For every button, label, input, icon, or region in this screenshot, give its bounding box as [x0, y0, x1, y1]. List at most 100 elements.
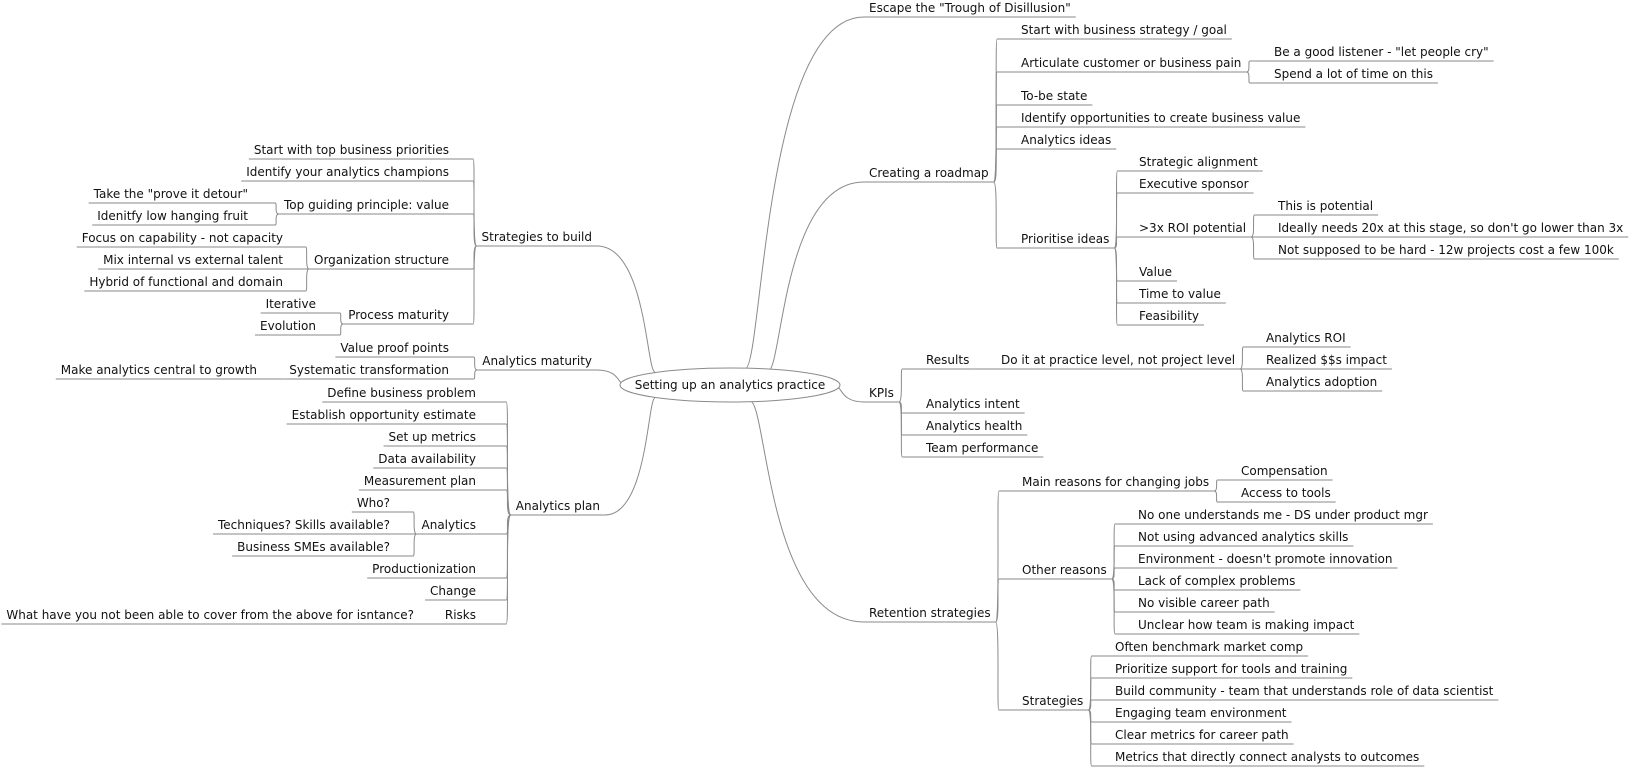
root-node[interactable]: Setting up an analytics practice [619, 367, 841, 403]
branch-connector [481, 445, 512, 516]
mindmap-node[interactable]: No visible career path [1133, 596, 1275, 613]
node-label: Spend a lot of time on this [1274, 67, 1433, 81]
mindmap-node[interactable]: Environment - doesn't promote innovation [1133, 552, 1398, 569]
node-label: Realized $$s impact [1266, 353, 1387, 367]
node-label: Take the "prove it detour" [93, 187, 248, 201]
mindmap-node[interactable]: Analytics intent [921, 397, 1025, 414]
mindmap-node[interactable]: Metrics that directly connect analysts t… [1110, 750, 1425, 767]
mindmap-node[interactable]: Strategies [1017, 694, 1089, 711]
node-label: Feasibility [1139, 309, 1199, 323]
mindmap-node[interactable]: Prioritize support for tools and trainin… [1110, 662, 1353, 679]
mindmap-node[interactable]: Analytics adoption [1261, 375, 1383, 392]
mindmap-node[interactable]: Define business problem [322, 386, 481, 403]
node-label: Unclear how team is making impact [1138, 618, 1355, 632]
node-label: Analytics ideas [1021, 133, 1111, 147]
branch-connector [395, 533, 417, 557]
mindmap-node[interactable]: Strategic alignment [1134, 155, 1263, 172]
mindmap-node[interactable]: Realized $$s impact [1261, 353, 1392, 370]
branch-connector [993, 104, 1016, 183]
mindmap-node[interactable]: Analytics [416, 518, 482, 535]
branch-connector [596, 245, 656, 373]
mindmap-node[interactable]: Start with business strategy / goal [1016, 23, 1232, 40]
mindmap-node[interactable]: Do it at practice level, not project lev… [996, 353, 1241, 370]
mindmap-node[interactable]: Systematic transformation [284, 363, 454, 380]
mindmap-node[interactable]: Main reasons for changing jobs [1017, 475, 1215, 492]
branch-connector [481, 514, 511, 535]
mindmap-node[interactable]: What have you not been able to cover fro… [1, 608, 419, 625]
mindmap-node[interactable]: Engaging team environment [1110, 706, 1292, 723]
mindmap-node[interactable]: Prioritise ideas [1016, 232, 1115, 249]
node-label: Environment - doesn't promote innovation [1138, 552, 1393, 566]
branch-connector [481, 514, 512, 579]
node-label: Set up metrics [389, 430, 476, 444]
node-label: Data availability [378, 452, 476, 466]
mindmap-node[interactable]: Business SMEs available? [232, 540, 395, 557]
mindmap-node[interactable]: Unclear how team is making impact [1133, 618, 1360, 635]
mindmap-node[interactable]: Analytics health [921, 419, 1028, 436]
mindmap-node[interactable]: Hybrid of functional and domain [84, 275, 288, 292]
mindmap-node[interactable]: Ideally needs 20x at this stage, so don'… [1273, 221, 1629, 238]
mindmap-node[interactable]: Executive sponsor [1134, 177, 1254, 194]
mindmap-node[interactable]: To-be state [1016, 89, 1093, 106]
mindmap-node[interactable]: Techniques? Skills available? [212, 518, 395, 535]
mindmap-node[interactable]: Compensation [1236, 464, 1333, 481]
mindmap-node[interactable]: Access to tools [1236, 486, 1336, 503]
mindmap-node[interactable]: Organization structure [309, 253, 454, 270]
mindmap-node[interactable]: Articulate customer or business pain [1016, 56, 1247, 73]
mindmap-node[interactable]: KPIs [864, 386, 899, 403]
mindmap-node[interactable]: Be a good listener - "let people cry" [1269, 45, 1494, 62]
mindmap-node[interactable]: Analytics maturity [477, 354, 597, 371]
mindmap-node[interactable]: No one understands me - DS under product… [1133, 508, 1433, 525]
mindmap-node[interactable]: Strategies to build [476, 230, 597, 247]
mindmap-node[interactable]: Start with top business priorities [248, 143, 454, 160]
node-label: Idenitfy low hanging fruit [97, 209, 248, 223]
mindmap-node[interactable]: Value [1134, 265, 1177, 282]
mindmap-node[interactable]: Change [425, 584, 481, 601]
mindmap-node[interactable]: Often benchmark market comp [1110, 640, 1309, 657]
node-label: Identify your analytics champions [246, 165, 449, 179]
mindmap-node[interactable]: Analytics ROI [1261, 331, 1351, 348]
mindmap-node[interactable]: Measurement plan [358, 474, 481, 491]
mindmap-node[interactable]: Take the "prove it detour" [88, 187, 253, 204]
branch-connector [253, 202, 280, 215]
mindmap-node[interactable]: Build community - team that understands … [1110, 684, 1499, 701]
mindmap-node[interactable]: Make analytics central to growth [55, 363, 262, 380]
mindmap-node[interactable]: Risks [439, 608, 481, 625]
mindmap-node[interactable]: Data availability [373, 452, 481, 469]
mindmap-node[interactable]: Other reasons [1017, 563, 1112, 580]
mindmap-node[interactable]: Time to value [1134, 287, 1226, 304]
mindmap-node[interactable]: Productionization [367, 562, 481, 579]
mindmap-node[interactable]: Creating a roadmap [864, 166, 994, 183]
mindmap-node[interactable]: Not supposed to be hard - 12w projects c… [1273, 243, 1619, 260]
mindmap-node[interactable]: Establish opportunity estimate [286, 408, 481, 425]
mindmap-node[interactable]: Process maturity [343, 308, 454, 325]
mindmap-node[interactable]: Not using advanced analytics skills [1133, 530, 1354, 547]
mindmap-node[interactable]: Escape the "Trough of Disillusion" [864, 1, 1076, 18]
node-label: Iterative [266, 297, 316, 311]
mindmap-node[interactable]: Focus on capability - not capacity [76, 231, 288, 248]
branch-connector [767, 181, 865, 372]
mindmap-node[interactable]: Lack of complex problems [1133, 574, 1301, 591]
mindmap-node[interactable]: Value proof points [335, 341, 454, 358]
node-label: Not using advanced analytics skills [1138, 530, 1348, 544]
mindmap-node[interactable]: Spend a lot of time on this [1269, 67, 1438, 84]
mindmap-node[interactable]: Identify opportunities to create busines… [1016, 111, 1306, 128]
mindmap-node[interactable]: Analytics plan [510, 499, 605, 516]
mindmap-node[interactable]: Idenitfy low hanging fruit [92, 209, 253, 226]
mindmap-node[interactable]: Analytics ideas [1016, 133, 1117, 150]
mindmap-node[interactable]: Iterative [260, 297, 321, 314]
mindmap-node[interactable]: Retention strategies [864, 606, 996, 623]
mindmap-node[interactable]: Results [921, 353, 975, 370]
mindmap-node[interactable]: >3x ROI potential [1134, 221, 1252, 238]
mindmap-node[interactable]: Feasibility [1134, 309, 1204, 326]
mindmap-node[interactable]: This is potential [1273, 199, 1379, 216]
mindmap-node[interactable]: Top guiding principle: value [279, 198, 454, 215]
mindmap-node[interactable]: Evolution [255, 319, 321, 336]
mindmap-node[interactable]: Mix internal vs external talent [98, 253, 288, 270]
mindmap-node[interactable]: Set up metrics [383, 430, 481, 447]
mindmap-node[interactable]: Team performance [921, 441, 1044, 458]
mindmap-node[interactable]: Identify your analytics champions [241, 165, 454, 182]
node-label: Techniques? Skills available? [217, 518, 390, 532]
mindmap-node[interactable]: Who? [351, 496, 395, 513]
mindmap-node[interactable]: Clear metrics for career path [1110, 728, 1294, 745]
